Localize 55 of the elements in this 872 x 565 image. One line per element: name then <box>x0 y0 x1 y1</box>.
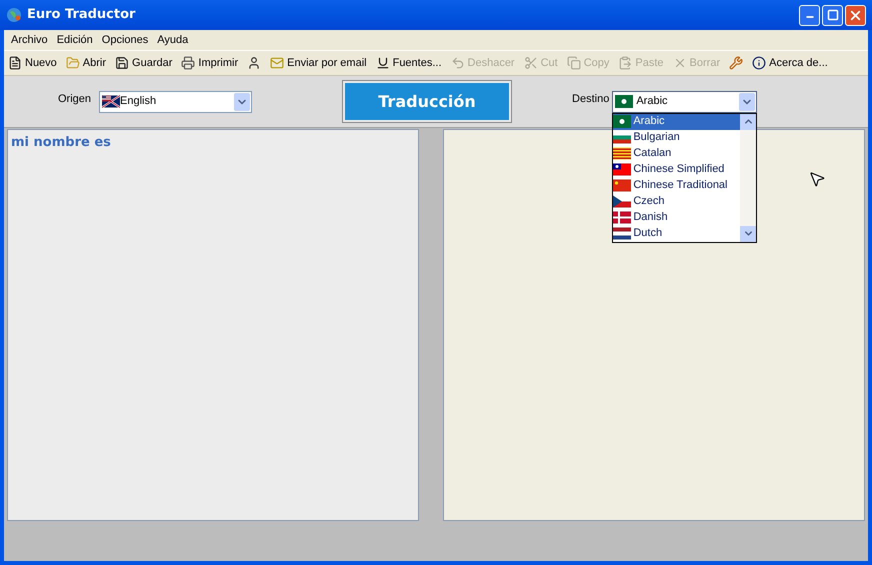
folder-icon <box>66 56 80 70</box>
dropdown-option[interactable]: Catalan <box>613 146 740 162</box>
source-text-area[interactable]: mi nombre es <box>7 129 419 521</box>
flag-icon <box>613 147 632 160</box>
globe-icon <box>6 7 22 23</box>
dropdown-option[interactable]: Chinese Traditional <box>613 178 740 194</box>
toolbar-button[interactable]: Enviar por email <box>270 54 367 72</box>
dropdown-option[interactable]: Dutch <box>613 226 740 242</box>
maximize-icon <box>826 9 838 21</box>
scrollbar[interactable] <box>740 114 756 242</box>
tools-icon <box>729 56 744 70</box>
flag-icon <box>102 95 120 108</box>
toolbar-button[interactable]: Guardar <box>115 54 172 72</box>
origin-dropdown[interactable]: English <box>99 90 252 112</box>
minimize-button[interactable] <box>799 4 820 26</box>
toolbar-button[interactable]: Abrir <box>66 54 106 72</box>
toolbar-button[interactable]: Acerca de... <box>752 54 828 72</box>
menu-item[interactable]: Ayuda <box>154 32 192 48</box>
scroll-down-icon <box>740 226 756 242</box>
envelope-icon <box>270 56 284 70</box>
destination-label: Destino <box>572 92 610 108</box>
origin-label: Origen <box>58 92 92 108</box>
toolbar-button[interactable] <box>247 56 262 70</box>
printer-icon <box>181 56 196 70</box>
clipboard-icon <box>618 56 632 70</box>
dropdown-option[interactable]: Bulgarian <box>613 130 740 146</box>
toolbar-button[interactable]: Fuentes... <box>376 54 442 72</box>
menu-item[interactable]: Archivo <box>8 32 51 48</box>
copy-icon <box>566 56 581 70</box>
window-title: Euro Traductor <box>27 6 136 24</box>
toolbar-button[interactable]: Nuevo <box>8 54 57 72</box>
document-icon <box>8 56 22 70</box>
cursor-icon <box>808 170 826 188</box>
info-icon <box>752 56 766 70</box>
destination-dropdown[interactable]: Arabic <box>612 90 758 112</box>
dropdown-option[interactable]: Chinese Simplified <box>613 162 740 178</box>
scissors-icon <box>524 56 538 70</box>
close-button[interactable] <box>845 4 866 26</box>
dropdown-option[interactable]: Czech <box>613 194 740 210</box>
source-text: mi nombre es <box>11 135 111 150</box>
maximize-button[interactable] <box>822 4 843 26</box>
toolbar-button[interactable]: Imprimir <box>181 54 238 72</box>
menu-item[interactable]: Opciones <box>98 32 152 48</box>
flag-icon <box>613 227 632 240</box>
translate-button[interactable]: Traducción <box>343 81 512 122</box>
undo-icon <box>450 56 465 70</box>
dropdown-option[interactable]: Danish <box>613 210 740 226</box>
person-icon <box>247 56 262 70</box>
flag-icon <box>615 95 634 108</box>
scroll-up-icon <box>740 114 756 130</box>
flag-icon <box>613 179 632 192</box>
menu-item[interactable]: Edición <box>54 32 96 48</box>
dropdown-option[interactable]: Arabic <box>613 114 740 130</box>
flag-icon <box>613 195 632 208</box>
underline-icon <box>376 56 390 70</box>
